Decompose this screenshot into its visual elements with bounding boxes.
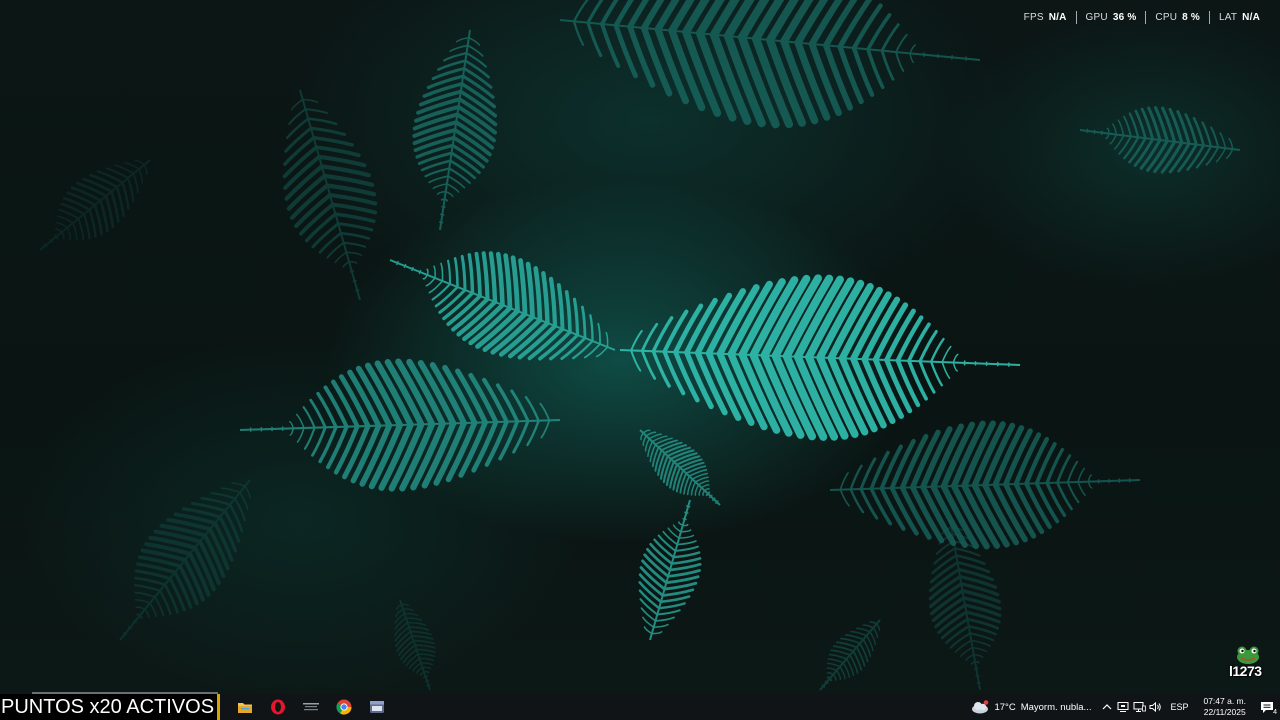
volume-button[interactable] [1147,694,1163,720]
fps-stat: FPS N/A [1015,12,1076,23]
gpu-label: GPU [1085,11,1108,23]
notification-center-button[interactable]: 4 [1254,694,1280,720]
clock-date: 22/11/2025 [1203,707,1246,717]
fern-frond [829,420,1141,550]
network-button[interactable] [1131,694,1147,720]
language-indicator[interactable]: ESP [1163,702,1195,712]
chrome-button[interactable] [327,694,360,720]
file-explorer-icon [237,703,252,713]
file-explorer-button[interactable] [228,694,261,720]
fps-label: FPS [1023,11,1044,23]
fern-frond [389,251,616,361]
notification-icon [1261,701,1273,713]
cpu-value: 8 % [1182,11,1200,23]
fern-frond [1079,106,1241,174]
cpu-stat: CPU 8 % [1146,12,1209,23]
cloud-icon [972,700,989,714]
opera-button[interactable] [261,694,294,720]
fern-frond [39,159,151,251]
chevron-up-icon [1103,704,1112,710]
cpu-label: CPU [1155,11,1178,23]
fern-frond [559,0,981,129]
notification-count: 4 [1273,709,1277,716]
weather-temp: 17°C [994,701,1016,713]
system-tray: 17°C Mayorm. nubla... ESP 07:47 a. m. 22… [971,694,1280,720]
taskbar-apps [228,694,393,720]
overlay-divider [1145,10,1147,24]
window-app-button[interactable] [360,694,393,720]
opera-icon [270,699,285,715]
fern-frond [119,479,252,641]
lat-label: LAT [1218,11,1238,23]
fern-frond [412,29,498,231]
show-hidden-icons-button[interactable] [1099,694,1115,720]
fern-frond [639,429,721,506]
banner-scroll-thumb [32,692,218,694]
corner-logo-text: l1273 [1229,663,1262,679]
monitor-app-icon [1117,702,1129,712]
overlay-divider [1208,10,1210,24]
desktop-wallpaper [0,0,1280,694]
weather-desc: Mayorm. nubla... [1020,701,1092,713]
gpu-value: 36 % [1112,11,1137,23]
network-icon [1133,702,1146,712]
fern-frond [819,619,881,691]
gpu-stat: GPU 36 % [1077,12,1146,23]
fern-wallpaper-image [39,0,1241,691]
fern-frond [638,499,702,641]
fern-frond [619,274,1021,441]
frog-icon [1237,646,1259,664]
points-banner: PUNTOS x20 ACTIVOS [0,692,220,720]
fern-frond [239,358,561,492]
app-logo-icon [302,703,319,711]
performance-overlay: FPS N/A GPU 36 % CPU 8 % LAT N/A [1015,6,1269,28]
chrome-icon [335,699,352,715]
fern-frond [282,89,378,301]
window-app-icon [369,701,384,713]
tray-app-button[interactable] [1115,694,1131,720]
lat-stat: LAT N/A [1210,12,1269,23]
overlay-divider [1075,10,1077,24]
corner-watermark-logo: l1273 [1228,645,1268,681]
clock[interactable]: 07:47 a. m. 22/11/2025 [1195,696,1254,718]
weather-widget[interactable]: 17°C Mayorm. nubla... [971,700,1099,714]
lat-value: N/A [1242,11,1260,23]
fps-value: N/A [1048,11,1067,23]
app-logo-button[interactable] [294,694,327,720]
fern-frond [394,599,436,691]
clock-time: 07:47 a. m. [1203,696,1246,706]
points-banner-text: PUNTOS x20 ACTIVOS [1,696,215,718]
speaker-icon [1149,701,1161,713]
